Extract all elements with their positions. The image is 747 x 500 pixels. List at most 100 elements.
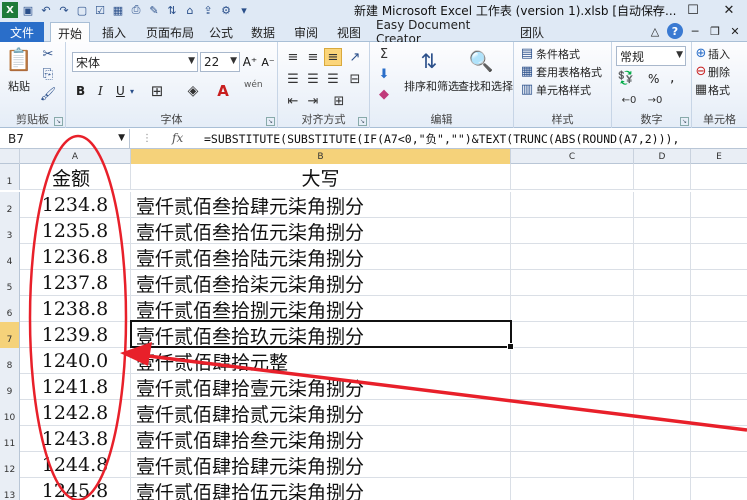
fill-icon[interactable]: ⬇ bbox=[376, 66, 392, 82]
uppercase-cell[interactable]: 壹仟贰佰肆拾壹元柒角捌分 bbox=[131, 374, 511, 400]
row-header[interactable]: 9 bbox=[0, 374, 20, 400]
column-header-c[interactable]: C bbox=[511, 149, 634, 164]
minimize-button[interactable]: ─ bbox=[639, 0, 675, 20]
clear-icon[interactable]: ◆ bbox=[376, 86, 392, 102]
sort-filter-icon[interactable]: ⇅ bbox=[414, 46, 444, 76]
uppercase-cell[interactable]: 壹仟贰佰叁拾柒元柒角捌分 bbox=[131, 270, 511, 296]
cell-styles-icon[interactable]: ▥ bbox=[520, 82, 534, 97]
tab-data[interactable]: 数据 bbox=[247, 22, 279, 42]
amount-cell[interactable]: 1240.0 bbox=[20, 348, 131, 374]
chevron-down-icon[interactable]: ▼ bbox=[118, 133, 125, 143]
find-select-icon[interactable]: 🔍 bbox=[466, 46, 496, 76]
cell[interactable] bbox=[691, 374, 747, 400]
amount-cell[interactable]: 1236.8 bbox=[20, 244, 131, 270]
cell[interactable] bbox=[634, 400, 691, 426]
print-icon[interactable]: ⎙ bbox=[128, 2, 144, 18]
cell[interactable] bbox=[511, 478, 634, 500]
cell[interactable] bbox=[691, 218, 747, 244]
select-all-corner[interactable] bbox=[0, 149, 20, 164]
insert-cells-button[interactable]: 插入 bbox=[708, 46, 730, 62]
increase-decimal-icon[interactable]: ←0 bbox=[620, 92, 638, 108]
cell[interactable] bbox=[691, 296, 747, 322]
cell[interactable] bbox=[691, 348, 747, 374]
check-icon[interactable]: ☑ bbox=[92, 2, 108, 18]
align-center-icon[interactable]: ☰ bbox=[304, 70, 322, 88]
shrink-font-icon[interactable]: A⁻ bbox=[260, 54, 276, 70]
row-header[interactable]: 4 bbox=[0, 244, 20, 270]
insert-cells-icon[interactable]: ⊕ bbox=[694, 46, 708, 61]
align-right-icon[interactable]: ☰ bbox=[324, 70, 342, 88]
gear-icon[interactable]: ⚙ bbox=[218, 2, 234, 18]
grow-font-icon[interactable]: A⁺ bbox=[242, 54, 258, 70]
tab-team[interactable]: 团队 bbox=[516, 22, 548, 42]
delete-cells-icon[interactable]: ⊖ bbox=[694, 64, 708, 79]
sort-filter-button[interactable]: 排序和筛选 bbox=[404, 78, 459, 94]
comma-button[interactable]: , bbox=[670, 70, 674, 86]
insert-function-button[interactable]: fx bbox=[172, 131, 183, 145]
decrease-indent-icon[interactable]: ⇤ bbox=[284, 92, 302, 110]
window-restore-icon[interactable]: ❐ bbox=[707, 23, 723, 39]
cell[interactable] bbox=[511, 374, 634, 400]
cell[interactable] bbox=[634, 348, 691, 374]
amount-cell[interactable]: 1245.8 bbox=[20, 478, 131, 500]
alignment-launcher-icon[interactable]: ↘ bbox=[358, 117, 367, 126]
column-header-b[interactable]: B bbox=[131, 149, 511, 164]
cell[interactable] bbox=[511, 164, 634, 190]
tab-home[interactable]: 开始 bbox=[50, 22, 90, 43]
uppercase-cell[interactable]: 壹仟贰佰叁拾肆元柒角捌分 bbox=[131, 192, 511, 218]
chevron-down-icon[interactable]: ▾ bbox=[128, 85, 136, 97]
cell[interactable] bbox=[511, 348, 634, 374]
ribbon-minimize-icon[interactable]: △ bbox=[647, 23, 663, 39]
cell[interactable] bbox=[634, 374, 691, 400]
amount-cell[interactable]: 1234.8 bbox=[20, 192, 131, 218]
row-header[interactable]: 1 bbox=[0, 164, 20, 190]
font-color-icon[interactable]: A bbox=[214, 82, 232, 100]
chevron-down-icon[interactable]: ▼ bbox=[676, 50, 683, 60]
cell[interactable] bbox=[634, 452, 691, 478]
uppercase-cell[interactable]: 壹仟贰佰肆拾元整 bbox=[131, 348, 511, 374]
tab-formulas[interactable]: 公式 bbox=[205, 22, 237, 42]
tab-page-layout[interactable]: 页面布局 bbox=[140, 22, 200, 42]
amount-cell[interactable]: 1237.8 bbox=[20, 270, 131, 296]
amount-cell[interactable]: 1238.8 bbox=[20, 296, 131, 322]
cell[interactable] bbox=[691, 400, 747, 426]
cell[interactable] bbox=[691, 244, 747, 270]
conditional-format-icon[interactable]: ▤ bbox=[520, 46, 534, 61]
maximize-button[interactable]: ☐ bbox=[675, 0, 711, 20]
uppercase-cell[interactable]: 壹仟贰佰叁拾陆元柒角捌分 bbox=[131, 244, 511, 270]
cell[interactable] bbox=[511, 452, 634, 478]
table-icon[interactable]: ▦ bbox=[110, 2, 126, 18]
align-left-icon[interactable]: ☰ bbox=[284, 70, 302, 88]
cell[interactable] bbox=[511, 218, 634, 244]
active-cell-b7[interactable]: 壹仟贰佰叁拾玖元柒角捌分 bbox=[131, 322, 511, 348]
cell[interactable] bbox=[634, 322, 691, 348]
underline-button[interactable]: U bbox=[116, 84, 125, 98]
cell-styles-button[interactable]: 单元格样式 bbox=[536, 82, 591, 98]
paste-icon[interactable]: 📋 bbox=[5, 46, 32, 74]
format-painter-icon[interactable]: 🖌 bbox=[40, 86, 57, 102]
uppercase-cell[interactable]: 壹仟贰佰肆拾叁元柒角捌分 bbox=[131, 426, 511, 452]
conditional-format-button[interactable]: 条件格式 bbox=[536, 46, 580, 62]
cell[interactable] bbox=[634, 270, 691, 296]
amount-cell[interactable]: 1241.8 bbox=[20, 374, 131, 400]
align-top-icon[interactable]: ≡ bbox=[284, 48, 302, 66]
row-header[interactable]: 2 bbox=[0, 192, 20, 218]
column-header-d[interactable]: D bbox=[634, 149, 691, 164]
phonetic-guide-button[interactable]: wén bbox=[244, 80, 263, 90]
clipboard-launcher-icon[interactable]: ↘ bbox=[54, 117, 63, 126]
cell-b1[interactable]: 大写 bbox=[131, 164, 511, 190]
paint-icon[interactable]: ✎ bbox=[146, 2, 162, 18]
uppercase-cell[interactable]: 壹仟贰佰肆拾贰元柒角捌分 bbox=[131, 400, 511, 426]
cell[interactable] bbox=[511, 244, 634, 270]
cell[interactable] bbox=[691, 164, 747, 190]
italic-button[interactable]: I bbox=[98, 84, 103, 98]
uppercase-cell[interactable]: 壹仟贰佰叁拾捌元柒角捌分 bbox=[131, 296, 511, 322]
uppercase-cell[interactable]: 壹仟贰佰肆拾伍元柒角捌分 bbox=[131, 478, 511, 500]
borders-icon[interactable]: ⊞ bbox=[148, 82, 166, 100]
new-file-icon[interactable]: ▢ bbox=[74, 2, 90, 18]
format-table-button[interactable]: 套用表格格式 bbox=[536, 64, 602, 80]
format-table-icon[interactable]: ▦ bbox=[520, 64, 534, 79]
cell[interactable] bbox=[634, 426, 691, 452]
format-cells-button[interactable]: 格式 bbox=[708, 82, 730, 98]
font-size-combo[interactable]: 22 ▼ bbox=[200, 52, 240, 72]
